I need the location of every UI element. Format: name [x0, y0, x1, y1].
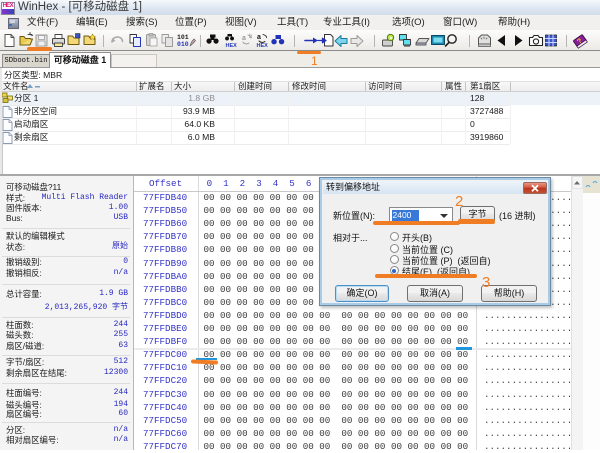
svg-text:HEX: HEX: [226, 43, 238, 49]
svg-text:HEX: HEX: [257, 43, 269, 49]
svg-text:a: a: [257, 34, 261, 41]
svg-text:010: 010: [177, 41, 189, 48]
svg-text:a: a: [242, 35, 246, 42]
svg-text:101: 101: [177, 34, 189, 41]
